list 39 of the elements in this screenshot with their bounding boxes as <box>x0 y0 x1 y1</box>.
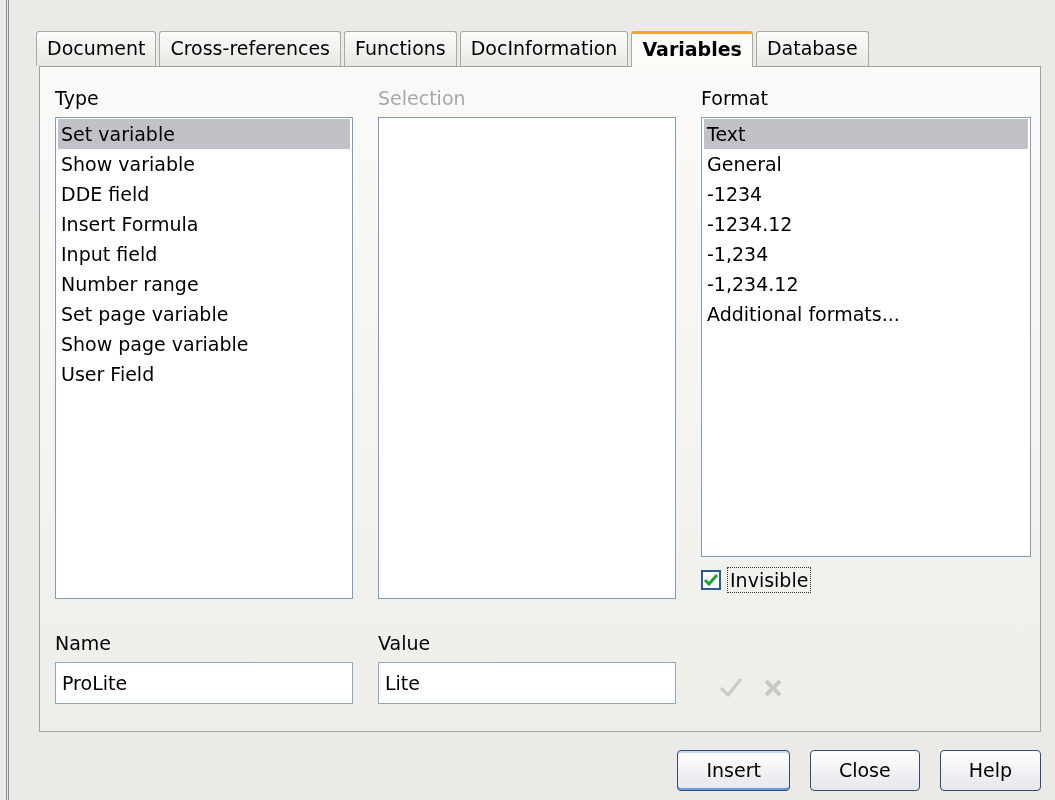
tab[interactable]: Cross-references <box>159 31 341 66</box>
list-item[interactable]: Show variable <box>58 149 350 179</box>
value-label: Value <box>378 631 432 656</box>
list-item[interactable]: Show page variable <box>58 329 350 359</box>
tab[interactable]: Database <box>755 31 869 66</box>
invisible-label[interactable]: Invisible <box>727 567 812 593</box>
list-item[interactable]: Number range <box>58 269 350 299</box>
dialog-button[interactable]: Insert <box>677 750 790 791</box>
tab[interactable]: Variables <box>631 31 753 67</box>
cancel-x-icon[interactable] <box>763 678 783 698</box>
tab[interactable]: Document <box>36 31 157 66</box>
list-item[interactable]: -1,234 <box>704 239 1028 269</box>
list-item[interactable]: Additional formats... <box>704 299 1028 329</box>
dialog-button[interactable]: Close <box>809 750 920 791</box>
list-item[interactable]: -1234 <box>704 179 1028 209</box>
list-item[interactable]: -1,234.12 <box>704 269 1028 299</box>
type-label: Type <box>55 86 100 111</box>
tab[interactable]: DocInformation <box>459 31 629 66</box>
list-item[interactable]: User Field <box>58 359 350 389</box>
selection-listbox[interactable] <box>378 117 676 599</box>
list-item[interactable]: Text <box>704 119 1028 149</box>
type-listbox[interactable]: Set variable Show variable DDE field Insert Formula Input field Number range Set page variable Show page variable User Field <box>55 117 353 599</box>
list-item[interactable]: Set page variable <box>58 299 350 329</box>
list-item[interactable]: -1234.12 <box>704 209 1028 239</box>
list-item[interactable]: General <box>704 149 1028 179</box>
apply-check-icon[interactable] <box>719 676 743 698</box>
list-item[interactable]: Insert Formula <box>58 209 350 239</box>
selection-label: Selection <box>378 86 467 111</box>
tab[interactable]: Functions <box>344 31 457 66</box>
value-field[interactable]: Lite <box>378 662 676 704</box>
list-item[interactable]: DDE field <box>58 179 350 209</box>
format-listbox[interactable]: Text General -1234 -1234.12 -1,234 -1,234.12 Additional formats... <box>701 117 1031 557</box>
name-field[interactable]: ProLite <box>55 662 353 704</box>
name-label: Name <box>55 631 113 656</box>
dialog-button[interactable]: Help <box>939 750 1041 791</box>
list-item[interactable]: Input field <box>58 239 350 269</box>
invisible-checkbox[interactable] <box>701 570 721 590</box>
list-item[interactable]: Set variable <box>58 119 350 149</box>
format-label: Format <box>701 86 769 111</box>
